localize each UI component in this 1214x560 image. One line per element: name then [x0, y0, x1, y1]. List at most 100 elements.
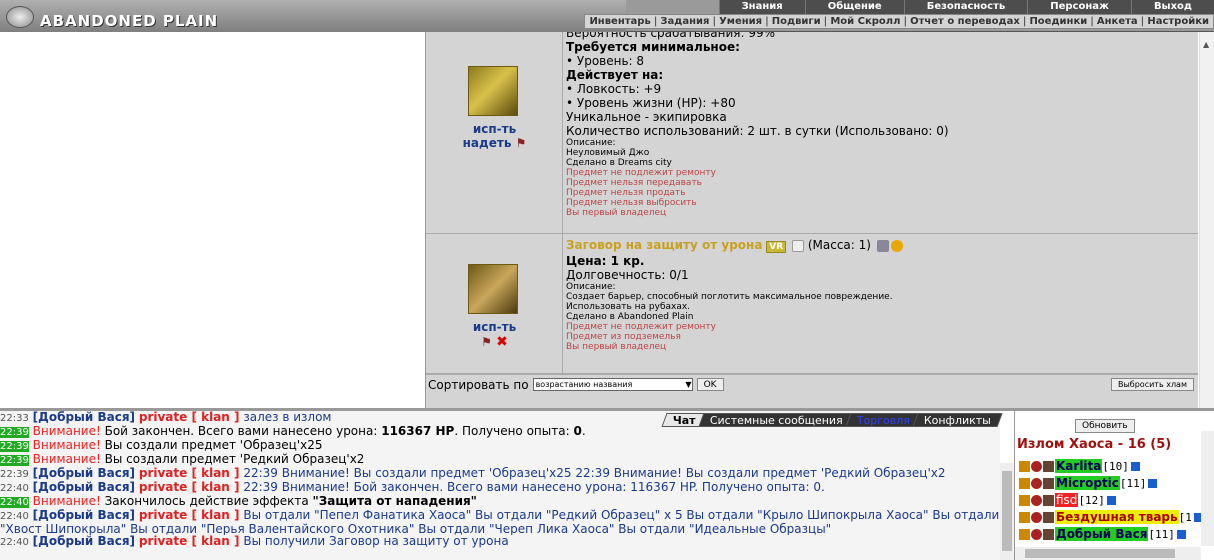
- chat-bold: 116367 HP: [381, 425, 455, 438]
- chat-time: 22:39: [0, 427, 29, 438]
- room-scrollbar[interactable]: [1201, 431, 1214, 546]
- ok-button[interactable]: OK: [696, 378, 724, 391]
- clan-icon: [1019, 528, 1030, 540]
- sort-select[interactable]: возрастанию названия ▼: [532, 378, 693, 391]
- delete-icon[interactable]: ✖: [496, 334, 508, 350]
- rank-icon: [1043, 460, 1054, 472]
- menu-knowledge[interactable]: Знания: [718, 0, 805, 14]
- align-icon: [1031, 494, 1042, 506]
- chat-nick[interactable]: [Добрый Вася]: [33, 467, 135, 480]
- item-mass: (Масса: 1): [807, 238, 871, 252]
- top-header: ABANDONED PLAIN Знания Общение Безопасно…: [0, 0, 1214, 32]
- chat-nick[interactable]: [Добрый Вася]: [33, 509, 135, 522]
- chat-nick[interactable]: [Добрый Вася]: [33, 535, 135, 548]
- player-name[interactable]: fisd: [1055, 493, 1079, 507]
- item-desc-line: Сделано в Abandoned Plain: [566, 312, 694, 322]
- player-row: fisd [12]: [1019, 493, 1116, 507]
- item-desc-line: Описание:: [566, 282, 616, 292]
- use-button[interactable]: исп-ть: [426, 122, 563, 136]
- chat-line: 22:40 [Добрый Вася] private [ klan ] Вы …: [0, 535, 1000, 549]
- player-name[interactable]: Karlita: [1055, 459, 1103, 473]
- chat-private-tag[interactable]: private [ klan ]: [139, 535, 240, 548]
- inventory-area: исп-ть надеть ⚑ Вероятность срабатывания…: [0, 32, 1214, 408]
- item-desc-line: Использовать на рубахах.: [566, 302, 691, 312]
- submenu-profile[interactable]: Анкета: [1097, 16, 1138, 27]
- chat-line: 22:40 Внимание! Закончилось действие эфф…: [0, 495, 1000, 509]
- item-name[interactable]: Заговор на защиту от урона: [566, 238, 762, 252]
- item-desc-line: Предмет не подлежит ремонту: [566, 322, 716, 332]
- menu-communication[interactable]: Общение: [804, 0, 904, 14]
- item-desc-line: Предмет нельзя продать: [566, 188, 686, 198]
- player-name[interactable]: Microptic: [1055, 476, 1120, 490]
- item-desc-line: Вы первый владелец: [566, 208, 667, 218]
- chat-private-tag[interactable]: private [ klan ]: [139, 481, 240, 494]
- document-icon[interactable]: [792, 239, 804, 252]
- chat-line: 22:40 [Добрый Вася] private [ klan ] Вы …: [0, 509, 1000, 523]
- room-hscrollbar[interactable]: [1015, 547, 1201, 560]
- item-desc-line: Описание:: [566, 138, 616, 148]
- menu-character[interactable]: Персонаж: [1027, 0, 1131, 14]
- clan-icon: [1019, 460, 1030, 472]
- submenu-inventory[interactable]: Инвентарь: [589, 16, 650, 27]
- player-name[interactable]: Добрый Вася: [1055, 527, 1149, 541]
- chat-text: 22:39 Внимание! Бой закончен. Всего вами…: [243, 481, 825, 494]
- submenu-skills[interactable]: Умения: [719, 16, 762, 27]
- chat-text: . Получено опыта:: [454, 425, 574, 438]
- player-name[interactable]: Бездушная тварь: [1055, 510, 1179, 524]
- item-desc-line: Вероятность срабатывания: 99%: [566, 32, 776, 40]
- info-icon[interactable]: [1106, 495, 1116, 505]
- chat-nick[interactable]: [Добрый Вася]: [33, 481, 135, 494]
- item-desc-line: Долговечность: 0/1: [566, 268, 689, 282]
- item-desc-line: Требуется минимальное:: [566, 40, 740, 54]
- submenu-transfers[interactable]: Отчет о переводах: [910, 16, 1020, 27]
- tab-conflicts[interactable]: Конфликты: [912, 413, 1003, 427]
- submenu-duels[interactable]: Поединки: [1029, 16, 1087, 27]
- submenu-scroll[interactable]: Мой Скролл: [830, 16, 900, 27]
- scales-icon[interactable]: [876, 239, 889, 252]
- shirt-icon: ⚑: [481, 335, 492, 349]
- rank-icon: [1043, 511, 1054, 523]
- chat-private-tag[interactable]: private [ klan ]: [139, 509, 240, 522]
- chat-bold: "Защита от нападения": [312, 495, 477, 508]
- tab-trade[interactable]: Торговля: [845, 413, 922, 427]
- chat-text: Вы получили Заговор на защиту от урона: [243, 535, 509, 548]
- chat-time: 22:33: [0, 413, 29, 424]
- item-image[interactable]: [468, 66, 518, 116]
- item-desc-line: • Ловкость: +9: [566, 82, 662, 96]
- tab-system[interactable]: Системные сообщения: [698, 413, 855, 427]
- chat-nick[interactable]: [Добрый Вася]: [33, 411, 135, 424]
- shirt-icon: ⚑: [515, 136, 527, 150]
- sort-bar: Сортировать по возрастанию названия ▼ OK …: [426, 374, 1198, 394]
- info-icon[interactable]: [1130, 461, 1140, 471]
- chat-text: залез в излом: [243, 411, 332, 424]
- submenu-feats[interactable]: Подвиги: [772, 16, 821, 27]
- gold-coin-icon[interactable]: [890, 239, 903, 252]
- discard-junk-button[interactable]: Выбросить хлам: [1110, 378, 1194, 391]
- info-icon[interactable]: [1148, 478, 1158, 488]
- submenu-settings[interactable]: Настройки: [1147, 16, 1209, 27]
- dropdown-arrow-icon: ▼: [685, 380, 692, 389]
- chat-text: Бой закончен. Всего вами нанесено урона:: [104, 425, 382, 438]
- menu-security[interactable]: Безопасность: [903, 0, 1028, 14]
- info-icon[interactable]: [1176, 529, 1186, 539]
- chat-private-tag[interactable]: private [ klan ]: [139, 411, 240, 424]
- use-button[interactable]: исп-ть: [426, 320, 563, 334]
- menu-exit[interactable]: Выход: [1130, 0, 1214, 14]
- chat-scrollbar[interactable]: [1000, 463, 1014, 560]
- chat-warning: Внимание!: [32, 495, 101, 508]
- chat-text: Вы отдали "Пепел Фанатика Хаоса" Вы отда…: [243, 509, 1000, 522]
- item-image[interactable]: [468, 264, 518, 314]
- equip-button[interactable]: надеть ⚑: [426, 136, 563, 150]
- item-desc-line: Действует на:: [566, 68, 664, 82]
- chat-text: .: [581, 425, 586, 438]
- inventory-scrollbar[interactable]: ▲: [1199, 32, 1214, 408]
- location-title: Излом Хаоса - 16 (5): [1017, 437, 1172, 452]
- chat-text: "Хвост Шипокрыла" Вы отдали "Перья Вален…: [0, 523, 832, 535]
- scroll-up-icon[interactable]: ▲: [1203, 40, 1209, 49]
- room-panel: Обновить Излом Хаоса - 16 (5) Karlita [10…: [1014, 411, 1214, 560]
- chat-private-tag[interactable]: private [ klan ]: [139, 467, 240, 480]
- chat-time: 22:40: [0, 497, 29, 508]
- item-desc-line: Создает барьер, способный поглотить макс…: [566, 292, 893, 302]
- refresh-button[interactable]: Обновить: [1075, 419, 1135, 433]
- submenu-quests[interactable]: Задания: [660, 16, 709, 27]
